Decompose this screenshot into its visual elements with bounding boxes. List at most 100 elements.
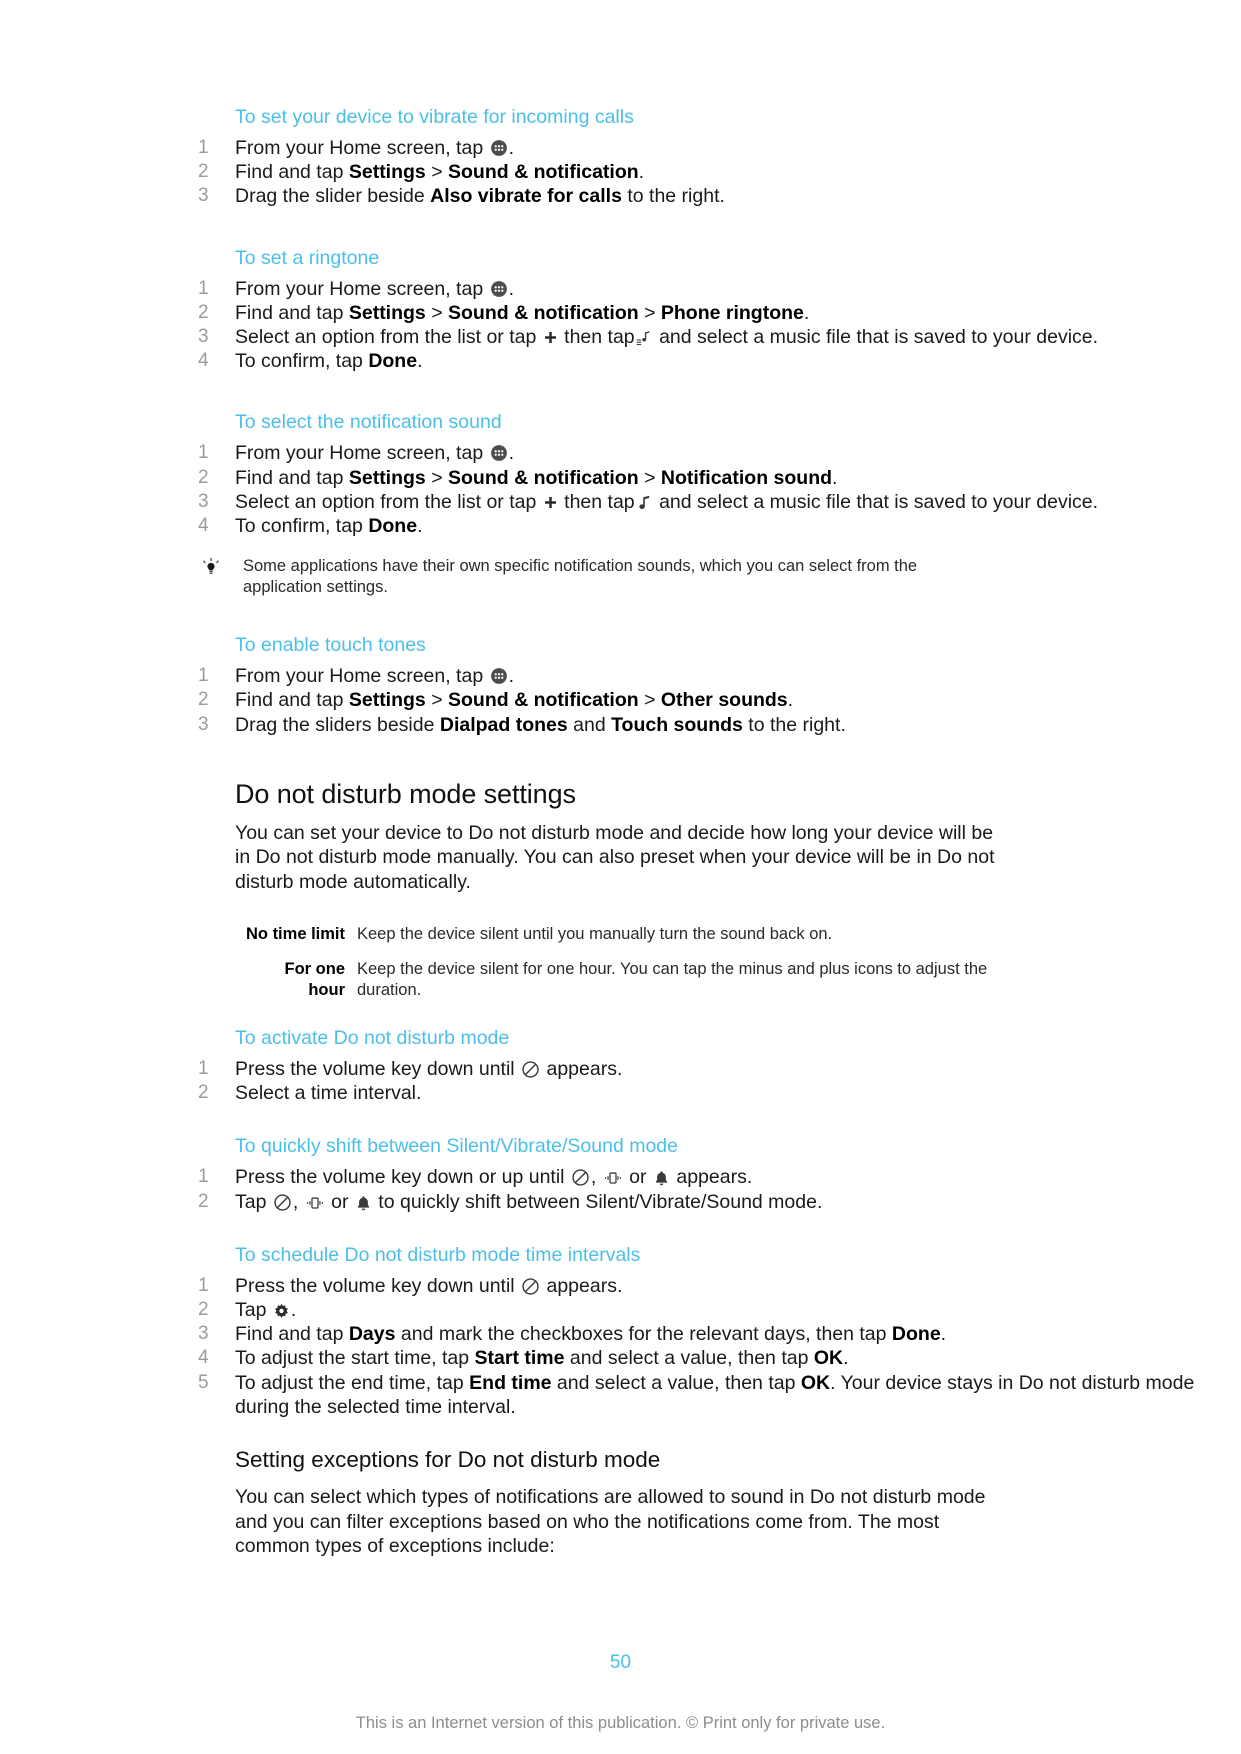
definition-row: For one hour Keep the device silent for o… xyxy=(0,959,1241,1001)
step-text: From your Home screen, tap . xyxy=(235,442,515,465)
procedure-step: 2 Find and tap Settings > Sound & notific… xyxy=(0,688,1241,712)
procedure-step: 3 Select an option from the list or tap t… xyxy=(0,325,1241,349)
step-number: 1 xyxy=(198,137,209,158)
ui-term: Touch sounds xyxy=(611,713,743,736)
step-number: 2 xyxy=(198,301,209,323)
copyright-footer: This is an Internet version of this publ… xyxy=(355,1714,886,1732)
page-number: 50 xyxy=(609,1652,632,1673)
ui-term: Settings xyxy=(348,161,426,184)
dnd-definition-list: No time limit Keep the device silent unti… xyxy=(0,924,1241,1001)
apps-icon xyxy=(490,139,508,157)
step-text: Find and tap Settings > Sound & notifica… xyxy=(235,466,838,489)
ui-term: Sound & notification xyxy=(448,301,639,324)
exceptions-paragraph: You can select which types of notificati… xyxy=(235,1486,986,1557)
step-text: To confirm, tap Done. xyxy=(235,515,423,538)
apps-icon xyxy=(490,667,508,685)
procedure-vibrate-incoming-calls: To set your device to vibrate for incomi… xyxy=(0,104,1241,209)
step-number: 1 xyxy=(198,1166,209,1188)
procedure-step: 1 From your Home screen, tap . xyxy=(0,664,1241,688)
ui-term: OK xyxy=(800,1371,831,1394)
definition-term: No time limit xyxy=(245,925,345,944)
do-not-disturb-icon xyxy=(521,1277,540,1296)
procedure-step: 3 Drag the sliders beside Dialpad tones a… xyxy=(0,713,1241,737)
ui-term: Days xyxy=(348,1323,396,1346)
procedure-activate-dnd: To activate Do not disturb mode 1 Press th… xyxy=(0,1025,1241,1105)
definition-description: Keep the device silent for one hour. You… xyxy=(357,960,988,1000)
procedure-step: 1 Press the volume key down until appears… xyxy=(0,1274,1241,1298)
procedure-title: To select the notification sound xyxy=(235,411,502,434)
procedure-step: 4 To adjust the start time, tap Start tim… xyxy=(0,1346,1241,1370)
page-content: To set your device to vibrate for incomi… xyxy=(0,0,1241,1558)
step-number: 2 xyxy=(198,1190,209,1212)
procedure-set-a-ringtone: To set a ringtone 1 From your Home screen,… xyxy=(0,209,1241,374)
step-number: 2 xyxy=(198,1299,209,1321)
step-number: 3 xyxy=(198,185,209,207)
step-text: Press the volume key down until appears. xyxy=(235,1274,623,1297)
step-text: From your Home screen, tap . xyxy=(235,665,515,688)
step-text: To adjust the end time, tap End time and… xyxy=(235,1371,1195,1418)
step-text: Press the volume key down until appears. xyxy=(235,1058,623,1081)
step-text: To confirm, tap Done. xyxy=(235,350,423,373)
procedure-step: 3 Drag the slider beside Also vibrate for… xyxy=(0,184,1241,208)
ui-term: Other sounds xyxy=(660,689,788,712)
ui-term: Done xyxy=(368,515,418,538)
procedure-step: 2 Tap , or to quickly shift between Silen… xyxy=(0,1190,1241,1214)
step-text: Select a time interval. xyxy=(235,1082,422,1105)
procedures-dnd: To activate Do not disturb mode 1 Press th… xyxy=(0,1025,1241,1419)
music-list-icon xyxy=(636,330,653,347)
ui-term: Notification sound xyxy=(660,466,833,489)
step-text: To adjust the start time, tap Start time… xyxy=(235,1347,849,1370)
ui-term: Done xyxy=(891,1323,941,1346)
procedure-step: 3 Select an option from the list or tap t… xyxy=(0,490,1241,514)
procedure-step: 2 Find and tap Settings > Sound & notific… xyxy=(0,160,1241,184)
step-number: 4 xyxy=(198,350,209,372)
step-text: Find and tap Settings > Sound & notifica… xyxy=(235,301,810,324)
tip-text: Some applications have their own specifi… xyxy=(243,557,918,597)
procedure-step: 2 Find and tap Settings > Sound & notific… xyxy=(0,466,1241,490)
procedure-step: 3 Find and tap Days and mark the checkbox… xyxy=(0,1322,1241,1346)
ui-term: Settings xyxy=(348,301,426,324)
step-number: 3 xyxy=(198,326,209,348)
lightbulb-icon xyxy=(200,557,222,579)
step-number: 4 xyxy=(198,1347,209,1369)
ui-term: Done xyxy=(368,350,418,373)
procedure-title: To schedule Do not disturb mode time int… xyxy=(235,1243,641,1266)
procedure-step: 2 Find and tap Settings > Sound & notific… xyxy=(0,301,1241,325)
step-text: Find and tap Days and mark the checkboxe… xyxy=(235,1323,947,1346)
procedures-top: To set your device to vibrate for incomi… xyxy=(0,104,1241,538)
step-text: Find and tap Settings > Sound & notifica… xyxy=(235,161,645,184)
ui-term: Dialpad tones xyxy=(439,713,568,736)
step-number: 3 xyxy=(198,490,209,512)
step-text: From your Home screen, tap . xyxy=(235,277,515,300)
procedure-steps: 1 From your Home screen, tap . 2 Find and t… xyxy=(0,136,1241,209)
definition-description: Keep the device silent until you manuall… xyxy=(357,925,833,944)
procedure-title: To quickly shift between Silent/Vibrate/… xyxy=(235,1135,678,1158)
procedure-title: To activate Do not disturb mode xyxy=(235,1027,510,1050)
procedure-title: To set a ringtone xyxy=(235,246,380,269)
ui-term: Sound & notification xyxy=(448,161,639,184)
procedure-steps: 1 From your Home screen, tap . 2 Find and t… xyxy=(0,664,1241,737)
step-text: Select an option from the list or tap th… xyxy=(235,490,1099,513)
dnd-intro-paragraph: You can set your device to Do not distur… xyxy=(235,821,995,893)
step-number: 3 xyxy=(198,1323,209,1345)
step-number: 1 xyxy=(198,665,209,687)
procedure-step: 4 To confirm, tap Done. xyxy=(0,349,1241,373)
procedure-select-notification-sound: To select the notification sound 1 From yo… xyxy=(0,373,1241,538)
procedure-step: 1 Press the volume key down until appears… xyxy=(0,1057,1241,1081)
apps-icon xyxy=(490,280,508,298)
ui-term: OK xyxy=(813,1347,844,1370)
do-not-disturb-icon xyxy=(571,1168,590,1187)
bell-icon xyxy=(653,1170,670,1187)
procedure-step: 5 To adjust the end time, tap End time an… xyxy=(0,1371,1241,1419)
do-not-disturb-icon xyxy=(521,1060,540,1079)
ui-term: Also vibrate for calls xyxy=(430,185,622,208)
procedure-step: 1 Press the volume key down or up until ,… xyxy=(0,1165,1241,1189)
procedure-steps: 1 Press the volume key down until appears… xyxy=(0,1057,1241,1105)
vibrate-icon xyxy=(603,1169,623,1187)
ui-term: Sound & notification xyxy=(448,689,639,712)
step-text: Find and tap Settings > Sound & notifica… xyxy=(235,689,794,712)
definition-term: For one hour xyxy=(284,960,346,1000)
step-text: Tap , or to quickly shift between Silent… xyxy=(235,1190,823,1213)
procedure-step: 1 From your Home screen, tap . xyxy=(0,136,1241,160)
apps-icon xyxy=(490,444,508,462)
